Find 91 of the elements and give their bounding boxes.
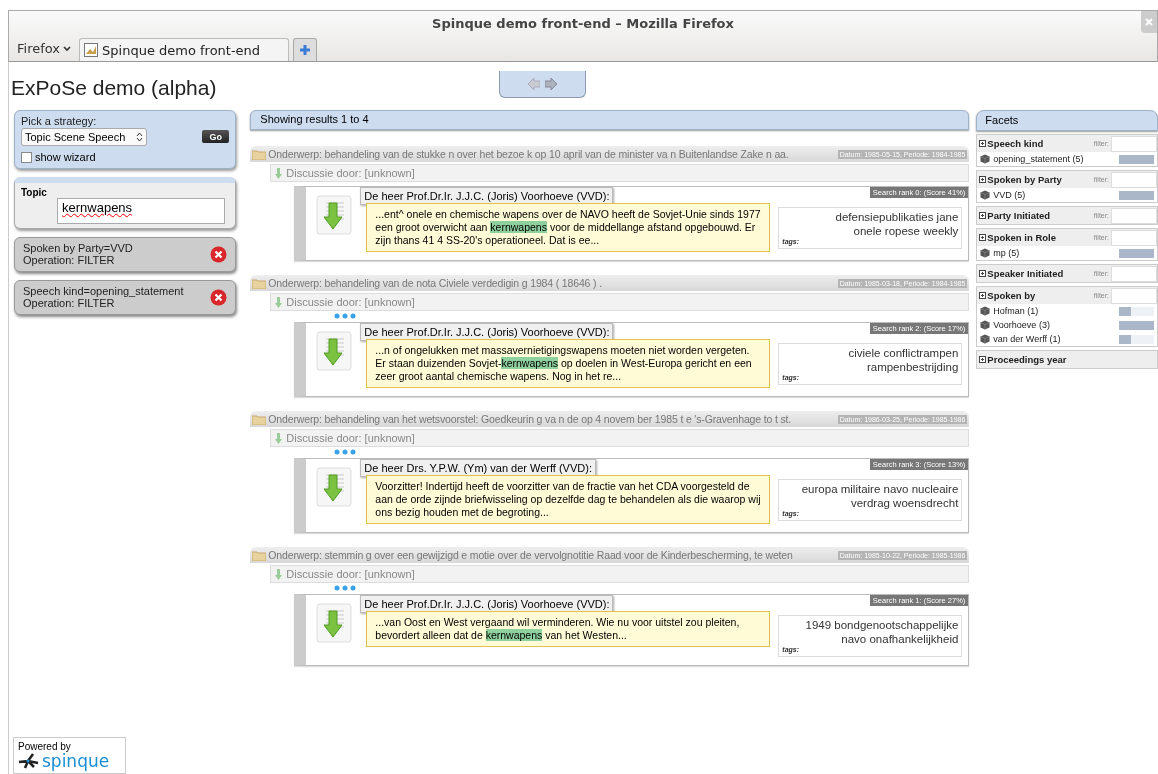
cube-icon	[980, 248, 991, 258]
remove-icon[interactable]	[210, 288, 228, 306]
expand-icon	[979, 356, 987, 363]
facet-title[interactable]: Speaker Initiated	[979, 268, 1094, 279]
arrow-down-icon	[275, 568, 283, 580]
filter-field[interactable]	[1111, 207, 1157, 224]
star-logo-icon	[18, 753, 40, 769]
tag-text: onele ropese weekly	[853, 224, 959, 238]
cube-icon	[980, 320, 991, 330]
plus-icon	[299, 44, 312, 56]
strategy-dropdown[interactable]: Topic Scene Speech	[21, 128, 147, 146]
folder-icon	[252, 277, 267, 289]
picture-icon	[84, 43, 99, 57]
forward-arrow-icon[interactable]	[545, 78, 557, 90]
tag-text: europa militaire navo nucleaire	[801, 482, 959, 496]
facet-item[interactable]: VVD (5)	[977, 188, 1157, 202]
remove-icon[interactable]	[210, 245, 228, 263]
document-download-icon	[316, 195, 353, 235]
browser-tab[interactable]: Spinque demo front-end	[79, 38, 290, 61]
folder-icon	[252, 549, 267, 561]
speech-snippet: ...n of ongelukken met massavernietigingswapens moeten niet worden vergeten. Er staan duizenden Sovjet-kernwapens op doelen in West-Europa gericht en een zeer groot aantal chemische wapens. Nog in het re...	[366, 339, 771, 388]
topic-field[interactable]: kernwapens	[57, 198, 225, 224]
filter-field[interactable]	[1111, 135, 1157, 152]
arrow-down-icon	[275, 167, 283, 179]
tag-text: rampenbestrijding	[866, 360, 959, 374]
powered-by-text: Powered by	[18, 741, 71, 752]
filter-field[interactable]	[1111, 229, 1157, 246]
facet-title[interactable]: Spoken by	[979, 290, 1094, 301]
arrow-down-icon	[275, 432, 283, 444]
cube-icon	[980, 334, 991, 344]
show-wizard-checkbox[interactable]: show wizard	[21, 151, 230, 163]
results-header: Showing results 1 to 4	[250, 110, 970, 130]
window-title: Spinque demo front-end – Mozilla Firefox	[431, 15, 735, 33]
folder-icon	[252, 148, 267, 160]
speech-snippet: ...van Oost en West vergaand wil verminderen. Wie nu voor uitstel zou pleiten, bevordert alleen dat de kernwapens van het Westen...	[366, 611, 771, 647]
facet-title[interactable]: Spoken by Party	[979, 174, 1094, 185]
discussion-text: Discussie door: [unknown]	[286, 432, 415, 444]
tag-text: 1949 bondgenootschappelijke	[805, 618, 959, 632]
subject-text: Onderwerp: stemmin g over een gewijzigd e motie over de vervolgnotitie Raad voor de Kinderbescherming, te weten	[268, 549, 794, 561]
tag-text: civiele conflictrampen	[848, 346, 959, 360]
filter-text: Spoken by Party=VVD Operation: FILTER	[23, 242, 133, 266]
new-tab-button[interactable]	[293, 38, 318, 61]
facet-title[interactable]: Party Initiated	[979, 210, 1094, 221]
discussion-text: Discussie door: [unknown]	[286, 568, 415, 580]
expand-icon	[979, 140, 987, 147]
facet-item[interactable]: Voorhoeve (3)	[977, 318, 1157, 332]
tag-text: navo onafhankelijkheid	[841, 632, 959, 646]
subject-text: Onderwerp: behandeling van de nota Civiele verdedigin g 1984 ( 18646 ) .	[268, 277, 603, 289]
cube-icon	[980, 306, 991, 316]
tag-text: defensiepublikaties jane	[835, 210, 959, 224]
folder-icon	[252, 413, 267, 425]
close-icon	[1145, 18, 1153, 26]
facet-item[interactable]: Hofman (1)	[977, 304, 1157, 318]
document-download-icon	[316, 331, 353, 371]
tag-text: verdrag woensdrecht	[850, 496, 959, 510]
strategy-label: Pick a strategy:	[21, 115, 98, 127]
speech-snippet: Voorzitter! Indertijd heeft de voorzitter van de fractie van het CDA voorgesteld de aan de orde zijnde briefwisseling op dezelfde dag te behandelen als die waarop wij ons bezig houden met de begroting...	[366, 475, 771, 524]
subject-text: Onderwerp: behandeling van het wetsvoorstel: Goedkeurin g va n de op 4 novem ber 1985 t e 's-Gravenhage to t st.	[268, 413, 793, 425]
facet-item[interactable]: van der Werff (1)	[977, 332, 1157, 346]
cube-icon	[980, 154, 991, 164]
expand-icon	[979, 234, 987, 241]
topic-label: Topic	[21, 187, 48, 198]
expand-icon	[979, 176, 987, 183]
brand-name: spinque	[42, 752, 110, 770]
app-title: ExPoSe demo (alpha)	[11, 76, 218, 100]
discussion-text: Discussie door: [unknown]	[286, 167, 415, 179]
speech-snippet: ...ent^ onele en chemische wapens over de NAVO heeft de Sovjet-Unie sinds 1977 een groot overwicht aan kernwapens voor de middellange afstand opgebouwd. Er zijn thans 41 4 SS-20's operationeel. Dat is ee...	[366, 203, 771, 252]
document-download-icon	[316, 467, 353, 507]
expand-icon	[979, 212, 987, 219]
go-button[interactable]: Go	[202, 130, 230, 143]
close-button[interactable]	[1141, 11, 1157, 33]
expand-icon	[979, 270, 987, 277]
filter-field[interactable]	[1111, 287, 1157, 304]
filter-text: Speech kind=opening_statement Operation: FILTER	[23, 285, 184, 309]
facet-title[interactable]: Speech kind	[979, 138, 1094, 149]
chevron-icon	[63, 45, 72, 52]
facet-title[interactable]: Spoken in Role	[979, 232, 1094, 243]
facets-header: Facets	[976, 110, 1158, 131]
subject-text: Onderwerp: behandeling van de stukke n over het bezoe k op 10 april van de minister va n Buitenlandse Zake n aa.	[268, 148, 790, 160]
facet-item[interactable]: mp (5)	[977, 246, 1157, 260]
document-download-icon	[316, 603, 353, 643]
arrow-down-icon	[275, 296, 283, 308]
discussion-text: Discussie door: [unknown]	[286, 296, 415, 308]
firefox-menu[interactable]: Firefox	[13, 41, 76, 61]
filter-field[interactable]	[1111, 171, 1157, 188]
facet-item[interactable]: opening_statement (5)	[977, 152, 1157, 166]
back-arrow-icon[interactable]	[528, 78, 540, 90]
cube-icon	[980, 190, 991, 200]
updown-icon	[136, 132, 143, 142]
expand-icon	[979, 292, 987, 299]
filter-field[interactable]	[1111, 265, 1157, 282]
